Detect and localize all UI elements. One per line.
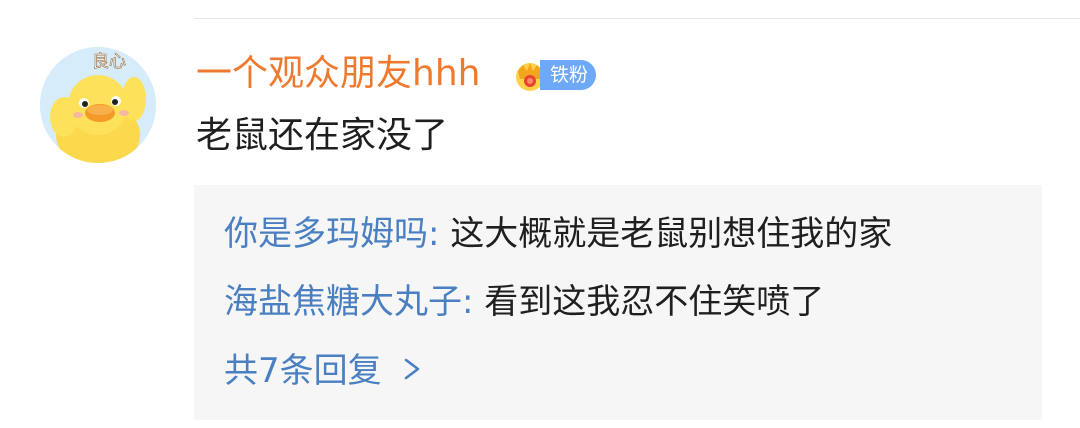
divider [194,18,1080,19]
avatar-text: 良心 [92,52,126,72]
reply-separator: : [428,214,451,254]
more-replies-label: 共7条回复 [224,351,393,391]
reply-item[interactable]: 海盐焦糖大丸子: 看到这我忍不住笑喷了 [224,279,824,325]
more-replies-link[interactable]: 共7条回复 [224,348,422,394]
reply-text: 看到这我忍不住笑喷了 [484,282,825,322]
comment-item: 良心 一个观众朋友hhh 铁粉 老鼠还在家没了 你是多玛姆吗: 这大概就是老鼠别… [0,0,1080,428]
duck-avatar-image: 良心 [40,47,156,163]
comment-text: 老鼠还在家没了 [196,115,449,156]
fan-badge[interactable]: 铁粉 [540,60,597,90]
reply-author[interactable]: 你是多玛姆吗 [224,214,428,254]
avatar[interactable]: 良心 [40,47,156,163]
replies-preview[interactable]: 你是多玛姆吗: 这大概就是老鼠别想住我的家 海盐焦糖大丸子: 看到这我忍不住笑喷… [194,185,1042,420]
chevron-right-icon [405,358,420,380]
reply-author[interactable]: 海盐焦糖大丸子 [224,282,462,322]
username[interactable]: 一个观众朋友hhh [196,52,480,96]
reply-text: 这大概就是老鼠别想住我的家 [450,214,893,254]
reply-item[interactable]: 你是多玛姆吗: 这大概就是老鼠别想住我的家 [224,211,892,257]
reply-separator: : [462,282,485,322]
